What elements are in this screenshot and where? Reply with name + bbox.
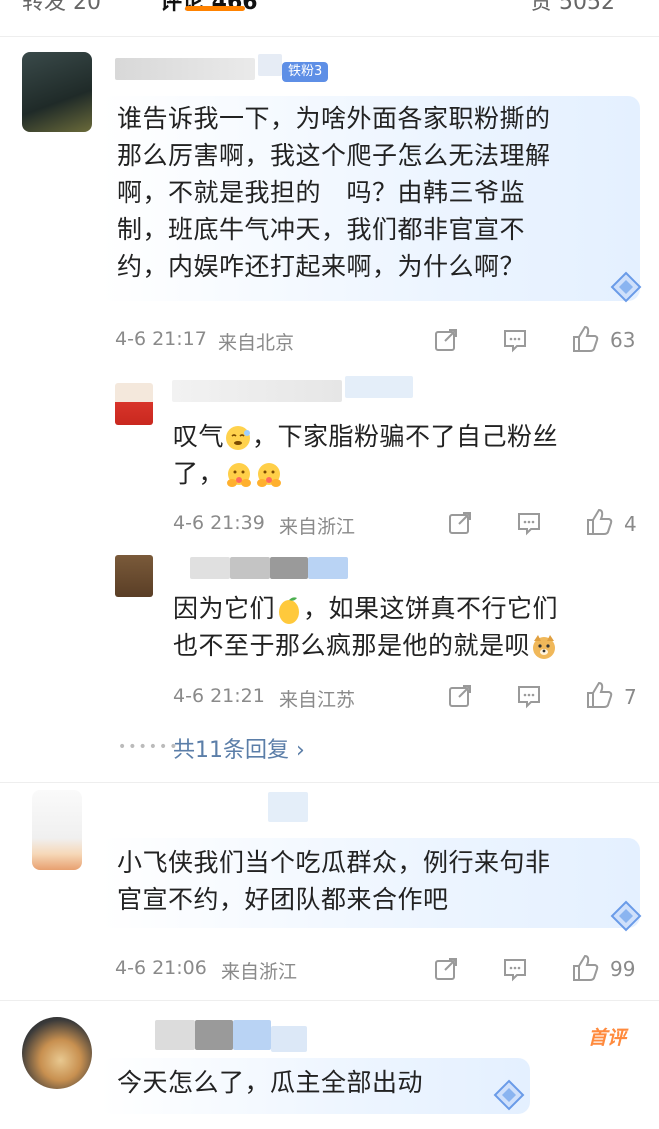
username-blurred <box>345 376 413 398</box>
diamond-icon <box>610 271 642 303</box>
comment-location: 来自浙江 <box>221 961 298 983</box>
username-blurred[interactable] <box>115 58 255 80</box>
reply-location: 来自江苏 <box>279 689 356 711</box>
comment-time: 4-6 21:17 <box>115 328 207 350</box>
comment-text-line: 那么厉害啊，我这个爬子怎么无法理解 <box>117 141 551 170</box>
like-count: 63 <box>610 328 636 352</box>
tab-likes[interactable]: 赞 5052 <box>530 0 615 16</box>
username-blurred[interactable] <box>268 792 308 822</box>
share-icon[interactable] <box>433 956 459 982</box>
username-blurred <box>258 54 282 76</box>
comment-divider <box>0 782 659 783</box>
tab-reposts[interactable]: 转发 20 <box>22 0 101 16</box>
comment-text-line: 约，内娱咋还打起来啊，为什么啊？ <box>117 252 526 281</box>
username-blurred <box>308 557 348 579</box>
like-count: 7 <box>624 685 637 709</box>
username-blurred[interactable] <box>155 1020 195 1050</box>
like-icon[interactable] <box>584 507 614 537</box>
share-icon[interactable] <box>447 683 473 709</box>
avatar[interactable] <box>32 790 82 870</box>
like-icon[interactable] <box>570 324 600 354</box>
comment-icon[interactable] <box>516 510 542 536</box>
tab-indicator <box>185 6 245 11</box>
comment-icon[interactable] <box>502 956 528 982</box>
like-count: 4 <box>624 512 637 536</box>
comment-text-line: 小飞侠我们当个吃瓜群众，例行来句非 <box>117 848 551 877</box>
sigh-emoji <box>226 426 251 450</box>
tab-bar: 转发 20 评论 466 赞 5052 <box>0 0 659 26</box>
comment-text-line: 制，班底牛气冲天，我们都非官宣不 <box>117 215 526 244</box>
more-replies-link[interactable]: 共11条回复 › <box>173 732 305 764</box>
first-comment-badge: 首评 <box>588 1027 627 1049</box>
reply-text-line: 因为它们 ，如果这饼真不行它们 <box>173 590 558 627</box>
diamond-icon <box>493 1079 525 1111</box>
diamond-icon <box>610 900 642 932</box>
reply-location: 来自浙江 <box>279 516 356 538</box>
avatar[interactable] <box>115 383 153 425</box>
comment-text-line: 谁告诉我一下，为啥外面各家职粉撕的 <box>117 104 551 133</box>
username-blurred <box>270 557 308 579</box>
comment-location: 来自北京 <box>218 332 295 354</box>
mango-emoji <box>279 597 300 624</box>
like-icon[interactable] <box>570 953 600 983</box>
comment-text-line: 今天怎么了，瓜主全部出动 <box>117 1068 424 1097</box>
hug-emoji <box>227 463 252 487</box>
comment-icon[interactable] <box>516 683 542 709</box>
reply-time: 4-6 21:39 <box>173 512 265 534</box>
comment-time: 4-6 21:06 <box>115 957 207 979</box>
reply-text-segment: ，如果这饼真不行它们 <box>303 594 559 623</box>
comment-icon[interactable] <box>502 327 528 353</box>
comment-text-line: 官宣不约，好团队都来合作吧 <box>117 885 449 914</box>
dots-divider: •••••• <box>118 739 180 755</box>
avatar[interactable] <box>115 555 153 597</box>
fan-badge: 铁粉3 <box>282 62 329 82</box>
username-blurred[interactable] <box>172 380 342 402</box>
reply-text-line: 叹气 ，下家脂粉骗不了自己粉丝 <box>173 418 558 455</box>
reply-text-segment: 叹气 <box>173 422 225 451</box>
reply-text-segment: ，下家脂粉骗不了自己粉丝 <box>252 422 559 451</box>
reply-text-line: 了， <box>173 455 284 492</box>
like-icon[interactable] <box>584 680 614 710</box>
username-blurred <box>233 1020 271 1050</box>
reply-text-segment: 也不至于那么疯那是他的就是呗 <box>173 631 531 660</box>
reply-text-line: 也不至于那么疯那是他的就是呗 <box>173 627 558 664</box>
reply-text-segment: 了， <box>173 459 225 488</box>
header-divider <box>0 36 659 37</box>
hug-emoji <box>257 463 282 487</box>
username-blurred <box>230 557 270 579</box>
reply-text-segment: 因为它们 <box>173 594 276 623</box>
doge-emoji <box>533 635 556 659</box>
comment-divider <box>0 1000 659 1001</box>
username-blurred <box>195 1020 233 1050</box>
username-blurred[interactable] <box>190 557 230 579</box>
reply-time: 4-6 21:21 <box>173 685 265 707</box>
share-icon[interactable] <box>433 327 459 353</box>
username-blurred <box>271 1026 307 1052</box>
comment-text-line: 啊，不就是我担的 吗？由韩三爷监 <box>117 178 526 207</box>
share-icon[interactable] <box>447 510 473 536</box>
avatar[interactable] <box>22 1017 92 1089</box>
avatar[interactable] <box>22 52 92 132</box>
like-count: 99 <box>610 957 636 981</box>
